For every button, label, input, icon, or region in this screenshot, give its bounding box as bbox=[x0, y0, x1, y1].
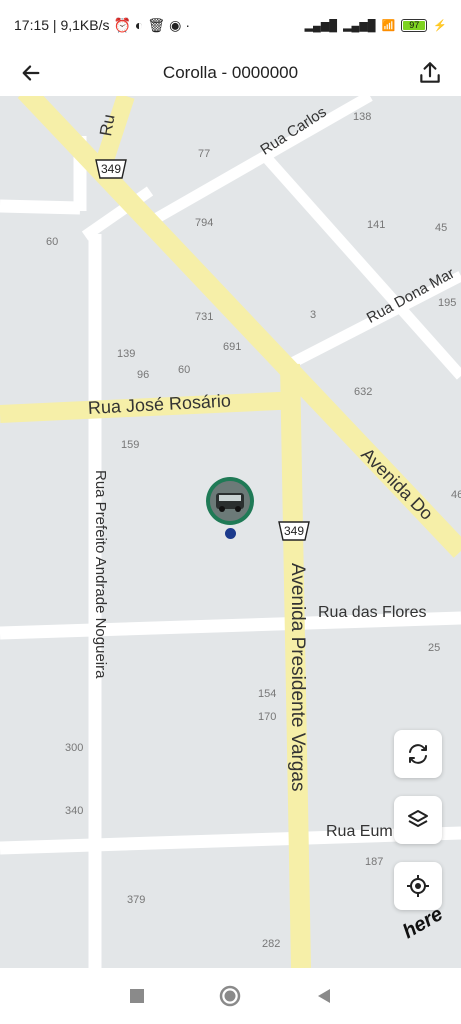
address-number: 141 bbox=[367, 219, 386, 231]
status-left: 17:15 | 9,1KB/s ⏰ ◐ 🗑 ◉ · bbox=[14, 17, 190, 34]
address-number: 691 bbox=[223, 341, 242, 353]
address-number: 60 bbox=[46, 236, 59, 248]
vehicle-marker[interactable] bbox=[206, 477, 254, 525]
wifi-icon: 📶 bbox=[381, 19, 396, 32]
battery-icon: 97 bbox=[401, 18, 428, 32]
signal-icon: ▂▄▆█ bbox=[304, 19, 338, 32]
address-number: 77 bbox=[198, 148, 211, 160]
recents-button[interactable] bbox=[117, 976, 157, 1016]
shield-label: 349 bbox=[283, 524, 305, 538]
address-number: 3 bbox=[310, 309, 317, 321]
road-label-r8: Rua das Flores bbox=[318, 604, 427, 621]
share-button[interactable] bbox=[415, 58, 445, 88]
square-icon bbox=[129, 989, 144, 1003]
triangle-back-icon bbox=[318, 989, 331, 1003]
my-location-icon bbox=[407, 875, 429, 897]
app-bar: Corolla - 0000000 bbox=[0, 50, 461, 96]
address-number: 282 bbox=[262, 938, 281, 950]
highway-shield-south: 349 bbox=[276, 519, 312, 543]
status-right: ▂▄▆█ ▂▄▆█ 📶 97 ⚡ bbox=[304, 18, 447, 32]
system-nav-bar bbox=[0, 968, 461, 1024]
map-view[interactable]: Ru Rua Carlos Rua Dona Mar Rua José Rosá… bbox=[0, 96, 461, 968]
address-number: 340 bbox=[65, 805, 84, 817]
layers-button[interactable] bbox=[394, 796, 442, 844]
home-button[interactable] bbox=[210, 976, 250, 1016]
address-number: 60 bbox=[178, 364, 191, 376]
status-bar: 17:15 | 9,1KB/s ⏰ ◐ 🗑 ◉ · ▂▄▆█ ▂▄▆█ 📶 97… bbox=[0, 0, 461, 50]
address-number: 25 bbox=[428, 642, 441, 654]
address-number: 138 bbox=[353, 111, 372, 123]
circle-icon bbox=[220, 985, 241, 1007]
address-number: 45 bbox=[435, 222, 448, 234]
address-number: 300 bbox=[65, 742, 84, 754]
car-icon bbox=[210, 481, 250, 521]
notification-icon: ◐ bbox=[134, 17, 144, 33]
arrow-left-icon bbox=[22, 65, 40, 81]
address-number: 187 bbox=[365, 856, 384, 868]
system-back-button[interactable] bbox=[304, 976, 344, 1016]
highway-shield-north: 349 bbox=[93, 157, 129, 181]
road-label-r9: Rua Eum bbox=[326, 823, 393, 840]
signal-icon-2: ▂▄▆█ bbox=[343, 19, 376, 32]
refresh-button[interactable] bbox=[394, 730, 442, 778]
current-location-dot bbox=[225, 528, 236, 539]
road-label-r7: Avenida Presidente Vargas bbox=[287, 563, 308, 792]
alarm-icon: ⏰ bbox=[113, 16, 131, 33]
upload-icon bbox=[420, 62, 440, 83]
road-label-r6: Rua Prefeito Andrade Nogueira bbox=[92, 470, 109, 679]
refresh-icon bbox=[409, 744, 427, 764]
address-number: 159 bbox=[121, 439, 140, 451]
address-number: 794 bbox=[195, 217, 214, 229]
more-dot-icon: · bbox=[185, 17, 191, 33]
address-number: 96 bbox=[137, 369, 150, 381]
address-number: 379 bbox=[127, 894, 146, 906]
address-number: 46 bbox=[451, 489, 461, 501]
layers-icon bbox=[408, 810, 428, 827]
address-number: 195 bbox=[438, 297, 457, 309]
back-button[interactable] bbox=[16, 58, 46, 88]
address-number: 632 bbox=[354, 386, 373, 398]
road-label-r1: Ru bbox=[96, 112, 119, 138]
page-title: Corolla - 0000000 bbox=[162, 63, 299, 82]
address-number: 139 bbox=[117, 348, 136, 360]
address-number: 170 bbox=[258, 711, 277, 723]
battery-level: 97 bbox=[409, 19, 420, 30]
address-number: 731 bbox=[195, 311, 214, 323]
shield-label: 349 bbox=[100, 162, 122, 176]
address-number: 154 bbox=[258, 688, 277, 700]
chrome-icon: ◉ bbox=[169, 16, 182, 33]
trash-icon: 🗑 bbox=[147, 16, 166, 33]
status-time: 17:15 | 9,1KB/s bbox=[14, 17, 110, 33]
charging-icon: ⚡ bbox=[433, 19, 447, 32]
